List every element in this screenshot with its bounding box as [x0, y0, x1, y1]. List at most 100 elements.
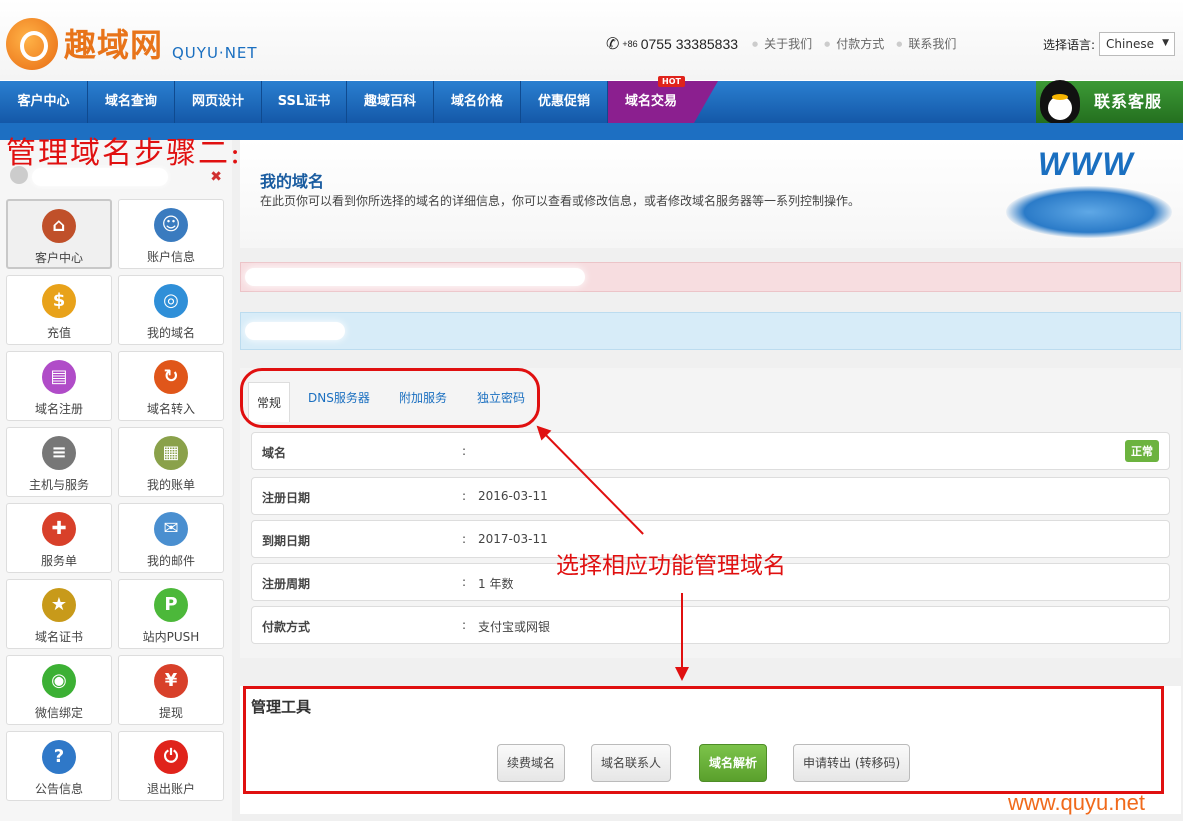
detail-row-registered: 注册日期 : 2016-03-11 [251, 477, 1170, 515]
detail-row-payment: 付款方式 : 支付宝或网银 [251, 606, 1170, 644]
logo-text-cn: 趣域网 [64, 26, 164, 64]
detail-label: 付款方式 [262, 620, 311, 634]
phone-icon: ✆ [606, 36, 620, 53]
sidebar-item-label: 账户信息 [146, 250, 195, 264]
world-map-shape [1006, 186, 1172, 238]
sidebar-item-label: 我的域名 [146, 326, 195, 340]
transfer-icon: ↻ [154, 360, 188, 394]
detail-label: 注册日期 [262, 491, 311, 505]
sidebar-item[interactable]: ▦ 我的账单 [118, 427, 224, 497]
hotline: ✆ +86 0755 33385833 [606, 34, 738, 54]
sidebar-item[interactable]: ✚ 服务单 [6, 503, 112, 573]
tabs-highlight-ring [240, 368, 540, 428]
sidebar-item[interactable]: ⏻ 退出账户 [118, 731, 224, 801]
alert-info [240, 312, 1181, 350]
language-select[interactable]: Chinese [1099, 32, 1176, 56]
detail-colon: : [462, 489, 467, 503]
invoice-icon: ▦ [154, 436, 188, 470]
watermark: www.quyu.net [1008, 790, 1145, 815]
sidebar-item[interactable]: $ 充值 [6, 275, 112, 345]
alert-error [240, 262, 1181, 292]
redacted-message [245, 322, 345, 340]
globe-icon: ◎ [154, 284, 188, 318]
sidebar-item-label: 域名转入 [146, 402, 195, 416]
detail-value: 1 年数 [478, 577, 514, 591]
hint-annotation: 选择相应功能管理域名 [556, 553, 786, 579]
cash-icon: ¥ [154, 664, 188, 698]
nav-client-center[interactable]: 客户中心 [0, 81, 88, 123]
sidebar-item[interactable]: ¥ 提现 [118, 655, 224, 725]
redacted-message [245, 268, 585, 286]
sidebar-item-label: 主机与服务 [28, 478, 89, 492]
hot-badge: HOT [658, 76, 685, 87]
sidebar-item[interactable]: ? 公告信息 [6, 731, 112, 801]
sidebar-item[interactable]: ◎ 我的域名 [118, 275, 224, 345]
detail-label: 域名 [262, 446, 287, 460]
link-about[interactable]: 关于我们 [752, 35, 812, 52]
server-icon: ≡ [42, 436, 76, 470]
nav-ssl[interactable]: SSL证书 [262, 81, 347, 123]
sidebar-item-label: 域名注册 [34, 402, 83, 416]
nav-hot-tail [694, 81, 718, 123]
sidebar-item-label: 微信绑定 [34, 706, 83, 720]
detail-value: 支付宝或网银 [478, 620, 551, 634]
sidebar-item-label: 域名证书 [34, 630, 83, 644]
sidebar-item-label: 退出账户 [146, 782, 195, 796]
nav-promotions[interactable]: 优惠促销 [521, 81, 608, 123]
lifebuoy-icon: ✚ [42, 512, 76, 546]
phone-prefix: +86 [622, 39, 638, 49]
nav-domain-price[interactable]: 域名价格 [434, 81, 521, 123]
sidebar-item-label: 我的账单 [146, 478, 195, 492]
sidebar-item-label: 公告信息 [34, 782, 83, 796]
nav-domain-search[interactable]: 域名查询 [88, 81, 175, 123]
wechat-icon: ◉ [42, 664, 76, 698]
sidebar-item[interactable]: ★ 域名证书 [6, 579, 112, 649]
www-text: WWW [1038, 146, 1135, 182]
certificate-icon: ★ [42, 588, 76, 622]
sidebar-item[interactable]: ✉ 我的邮件 [118, 503, 224, 573]
detail-row-domain: 域名 : 正常 [251, 432, 1170, 470]
sidebar-item[interactable]: ↻ 域名转入 [118, 351, 224, 421]
nav-wiki[interactable]: 趣域百科 [347, 81, 434, 123]
link-contact[interactable]: 联系我们 [896, 35, 956, 52]
mail-icon: ✉ [154, 512, 188, 546]
sidebar-item-label: 我的邮件 [146, 554, 195, 568]
detail-colon: : [462, 618, 467, 632]
nav-web-design[interactable]: 网页设计 [175, 81, 262, 123]
detail-label: 到期日期 [262, 534, 311, 548]
sidebar-item[interactable]: ▤ 域名注册 [6, 351, 112, 421]
sidebar-item-label: 提现 [158, 706, 183, 720]
sidebar-item[interactable]: ≡ 主机与服务 [6, 427, 112, 497]
coins-icon: $ [42, 284, 76, 318]
sidebar-item-label: 充值 [46, 326, 71, 340]
sidebar-item[interactable]: ⌂ 客户中心 [6, 199, 112, 269]
sidebar-item[interactable]: ☺ 账户信息 [118, 199, 224, 269]
detail-label: 注册周期 [262, 577, 311, 591]
www-globe-icon: WWW [1000, 146, 1178, 242]
cart-icon: ▤ [42, 360, 76, 394]
status-badge: 正常 [1125, 440, 1159, 462]
link-payment[interactable]: 付款方式 [824, 35, 884, 52]
page-title: 我的域名 [260, 172, 325, 191]
tools-highlight-frame [243, 686, 1164, 794]
nav-domain-trade[interactable]: 域名交易 [608, 81, 694, 123]
detail-value: 2016-03-11 [478, 489, 548, 503]
help-icon: ? [42, 740, 76, 774]
site-logo[interactable]: 趣域网 QUYU·NET [6, 14, 266, 70]
top-links: 关于我们 付款方式 联系我们 [752, 35, 956, 52]
power-icon: ⏻ [154, 740, 188, 774]
detail-value: 2017-03-11 [478, 532, 548, 546]
sidebar-item[interactable]: P 站内PUSH [118, 579, 224, 649]
detail-colon: : [462, 575, 467, 589]
main-nav: 客户中心 域名查询 网页设计 SSL证书 趣域百科 域名价格 优惠促销 域名交易 [0, 81, 1183, 123]
language-label: 选择语言: [1043, 37, 1096, 52]
logo-text-en: QUYU·NET [172, 44, 258, 62]
logo-icon [6, 18, 58, 70]
phone-number: 0755 33385833 [640, 36, 739, 52]
home-icon: ⌂ [42, 209, 76, 243]
user-icon: ☺ [154, 208, 188, 242]
sidebar-item-label: 客户中心 [34, 251, 83, 265]
language-switcher: 选择语言: Chinese [1043, 32, 1176, 56]
step-title-annotation: 管理域名步骤二: [6, 136, 243, 171]
sidebar-item[interactable]: ◉ 微信绑定 [6, 655, 112, 725]
